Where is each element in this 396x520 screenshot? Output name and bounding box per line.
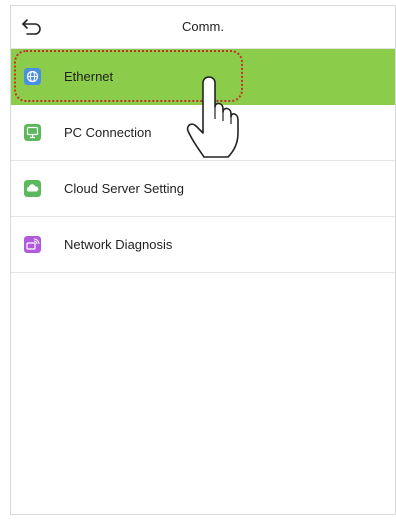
- menu-item-network-diagnosis[interactable]: Network Diagnosis: [11, 217, 395, 273]
- globe-icon: [24, 68, 41, 85]
- monitor-icon: [24, 124, 41, 141]
- menu-item-label: Ethernet: [64, 69, 114, 84]
- highlight-ring: [14, 50, 243, 102]
- device-screen: Comm. Ethernet PC Connection Cloud Serve…: [10, 5, 396, 515]
- network-diagnosis-icon: [24, 236, 41, 253]
- menu-item-label: Network Diagnosis: [64, 237, 173, 252]
- cloud-icon: [24, 180, 41, 197]
- menu-item-cloud-server-setting[interactable]: Cloud Server Setting: [11, 161, 395, 217]
- menu-item-label: PC Connection: [64, 125, 152, 140]
- header-bar: Comm.: [11, 6, 395, 49]
- menu-item-ethernet[interactable]: Ethernet: [11, 49, 395, 105]
- page-title: Comm.: [182, 19, 224, 34]
- menu-item-label: Cloud Server Setting: [64, 181, 184, 196]
- menu-item-pc-connection[interactable]: PC Connection: [11, 105, 395, 161]
